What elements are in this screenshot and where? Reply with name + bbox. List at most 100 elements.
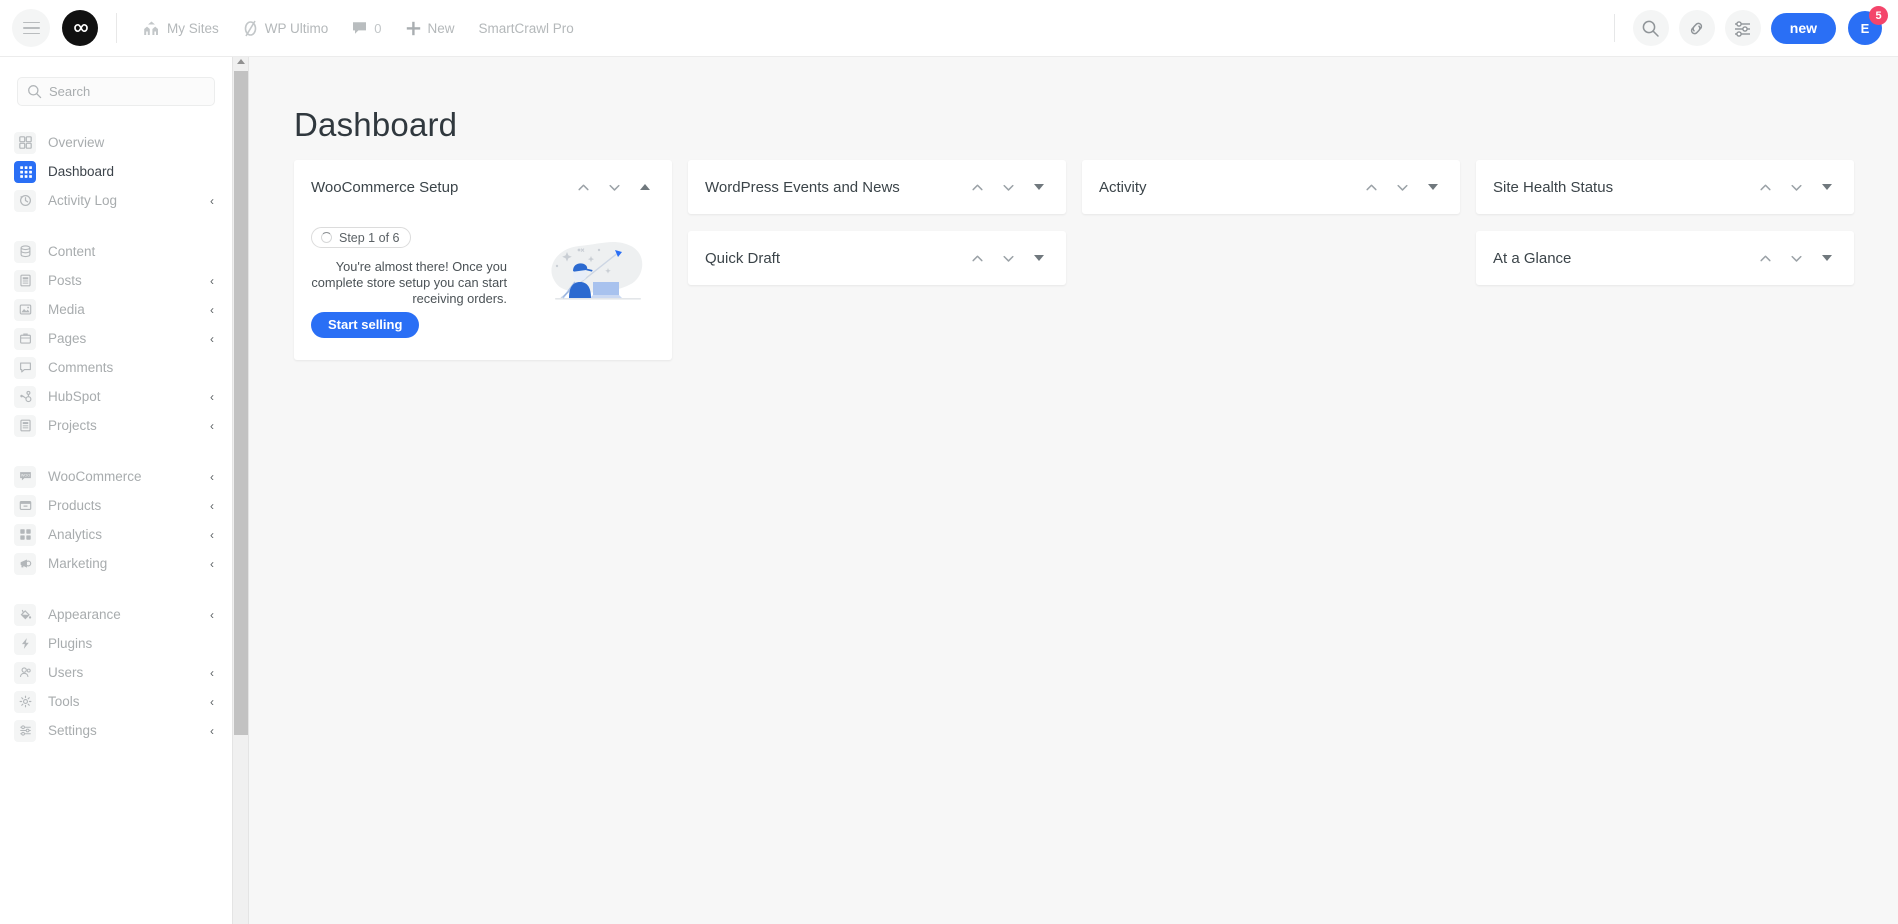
search-field[interactable]	[49, 84, 149, 99]
chevron-down-icon[interactable]	[997, 247, 1019, 269]
scroll-up-arrow-icon[interactable]	[237, 59, 245, 64]
widget-controls	[966, 176, 1050, 198]
avatar[interactable]: E 5	[1846, 9, 1884, 47]
link-glyph	[1687, 19, 1706, 38]
history-icon-glyph	[19, 194, 32, 207]
sidebar-item-appearance[interactable]: Appearance‹	[0, 600, 232, 629]
post-icon-glyph	[19, 274, 32, 287]
sidebar-item-label: Pages	[48, 331, 86, 346]
sidebar-item-plugins[interactable]: Plugins	[0, 629, 232, 658]
sidebar-item-dashboard[interactable]: Dashboard	[0, 157, 232, 186]
admin-bar-divider	[1614, 14, 1615, 42]
sidebar-item-media[interactable]: Media‹	[0, 295, 232, 324]
admin-bar-item-smartcrawl-pro[interactable]: SmartCrawl Pro	[467, 0, 586, 57]
chevron-up-icon[interactable]	[1754, 176, 1776, 198]
chevron-left-icon[interactable]: ‹	[210, 471, 214, 483]
scrollbar-thumb[interactable]	[234, 71, 248, 735]
chevron-left-icon[interactable]: ‹	[210, 529, 214, 541]
triangle-down-icon[interactable]	[1028, 176, 1050, 198]
chevron-left-icon[interactable]: ‹	[210, 696, 214, 708]
admin-bar-separator	[116, 13, 117, 43]
grid-icon	[14, 132, 36, 154]
apps-grid-icon	[14, 161, 36, 183]
widget-activity: Activity	[1082, 160, 1460, 214]
sidebar: Overview Dashboard Activity Log‹ Content Pos…	[0, 57, 232, 924]
chevron-down-icon[interactable]	[997, 176, 1019, 198]
database-icon	[14, 241, 36, 263]
sidebar-scrollbar[interactable]	[232, 57, 249, 924]
chevron-down-icon[interactable]	[1391, 176, 1413, 198]
widget-header: WooCommerce Setup	[294, 160, 672, 214]
chevron-down-icon[interactable]	[603, 176, 625, 198]
chevron-down-icon[interactable]	[1785, 247, 1807, 269]
chevron-up-icon[interactable]	[572, 176, 594, 198]
sidebar-item-content[interactable]: Content	[0, 237, 232, 266]
search-input[interactable]	[17, 77, 215, 106]
sidebar-item-label: Users	[48, 665, 83, 680]
sidebar-item-overview[interactable]: Overview	[0, 128, 232, 157]
start-selling-button[interactable]: Start selling	[311, 312, 419, 338]
grid-icon-glyph	[19, 136, 32, 149]
sidebar-item-activity-log[interactable]: Activity Log‹	[0, 186, 232, 215]
triangle-glyph	[1822, 184, 1832, 190]
sidebar-item-tools[interactable]: Tools‹	[0, 687, 232, 716]
sidebar-item-label: Plugins	[48, 636, 92, 651]
sidebar-group: Overview Dashboard Activity Log‹	[0, 106, 232, 215]
sliders-icon[interactable]	[1725, 10, 1761, 46]
triangle-down-icon[interactable]	[1422, 176, 1444, 198]
link-icon[interactable]	[1679, 10, 1715, 46]
sidebar-item-settings[interactable]: Settings‹	[0, 716, 232, 745]
chevron-up-icon[interactable]	[966, 247, 988, 269]
sidebar-item-hubspot[interactable]: HubSpot‹	[0, 382, 232, 411]
analytics-icon	[14, 524, 36, 546]
admin-bar-item-comments[interactable]: 0	[340, 0, 393, 57]
chevron-left-icon[interactable]: ‹	[210, 500, 214, 512]
chevron-left-icon[interactable]: ‹	[210, 304, 214, 316]
triangle-down-icon[interactable]	[1816, 176, 1838, 198]
site-logo[interactable]	[62, 10, 98, 46]
sidebar-item-users[interactable]: Users ‹	[0, 658, 232, 687]
chevron-up-icon[interactable]	[1754, 247, 1776, 269]
sidebar-item-label: Projects	[48, 418, 97, 433]
admin-bar-item-wp-ultimo[interactable]: WP Ultimo	[231, 0, 341, 57]
sidebar-item-posts[interactable]: Posts‹	[0, 266, 232, 295]
analytics-icon-glyph	[19, 528, 32, 541]
chevron-left-icon[interactable]: ‹	[210, 275, 214, 287]
sidebar-item-woocommerce[interactable]: WOOWooCommerce‹	[0, 462, 232, 491]
chevron-left-icon[interactable]: ‹	[210, 725, 214, 737]
sidebar-item-products[interactable]: Products‹	[0, 491, 232, 520]
search-icon[interactable]	[1633, 10, 1669, 46]
sidebar-item-marketing[interactable]: Marketing‹	[0, 549, 232, 578]
hubspot-icon	[14, 386, 36, 408]
sidebar-search-wrap	[0, 57, 232, 106]
chevron-down-icon[interactable]	[1785, 176, 1807, 198]
woocommerce-icon: WOO	[14, 466, 36, 488]
chevron-left-icon[interactable]: ‹	[210, 667, 214, 679]
image-icon-glyph	[19, 303, 32, 316]
sidebar-item-label: Content	[48, 244, 95, 259]
sidebar-item-comments[interactable]: Comments	[0, 353, 232, 382]
sliders-icon-glyph	[19, 724, 32, 737]
widget-title: At a Glance	[1493, 250, 1571, 267]
new-button[interactable]: new	[1771, 13, 1836, 44]
chevron-left-icon[interactable]: ‹	[210, 420, 214, 432]
admin-bar-item-my-sites[interactable]: My Sites	[131, 0, 231, 57]
sidebar-item-analytics[interactable]: Analytics‹	[0, 520, 232, 549]
triangle-down-icon[interactable]	[1816, 247, 1838, 269]
sidebar-item-pages[interactable]: Pages ‹	[0, 324, 232, 353]
sidebar-item-label: Dashboard	[48, 164, 114, 179]
chevron-left-icon[interactable]: ‹	[210, 195, 214, 207]
chevron-left-icon[interactable]: ‹	[210, 558, 214, 570]
sidebar-item-projects[interactable]: Projects ‹	[0, 411, 232, 440]
chevron-up-icon[interactable]	[1360, 176, 1382, 198]
triangle-down-icon[interactable]	[1028, 247, 1050, 269]
chevron-left-icon[interactable]: ‹	[210, 333, 214, 345]
admin-bar-item-new[interactable]: New	[394, 0, 467, 57]
widget-at-a-glance: At a Glance	[1476, 231, 1854, 285]
chevron-left-icon[interactable]: ‹	[210, 609, 214, 621]
chevron-up-icon[interactable]	[966, 176, 988, 198]
history-icon	[14, 190, 36, 212]
menu-icon[interactable]	[12, 9, 50, 47]
chevron-left-icon[interactable]: ‹	[210, 391, 214, 403]
triangle-up-icon[interactable]	[634, 176, 656, 198]
